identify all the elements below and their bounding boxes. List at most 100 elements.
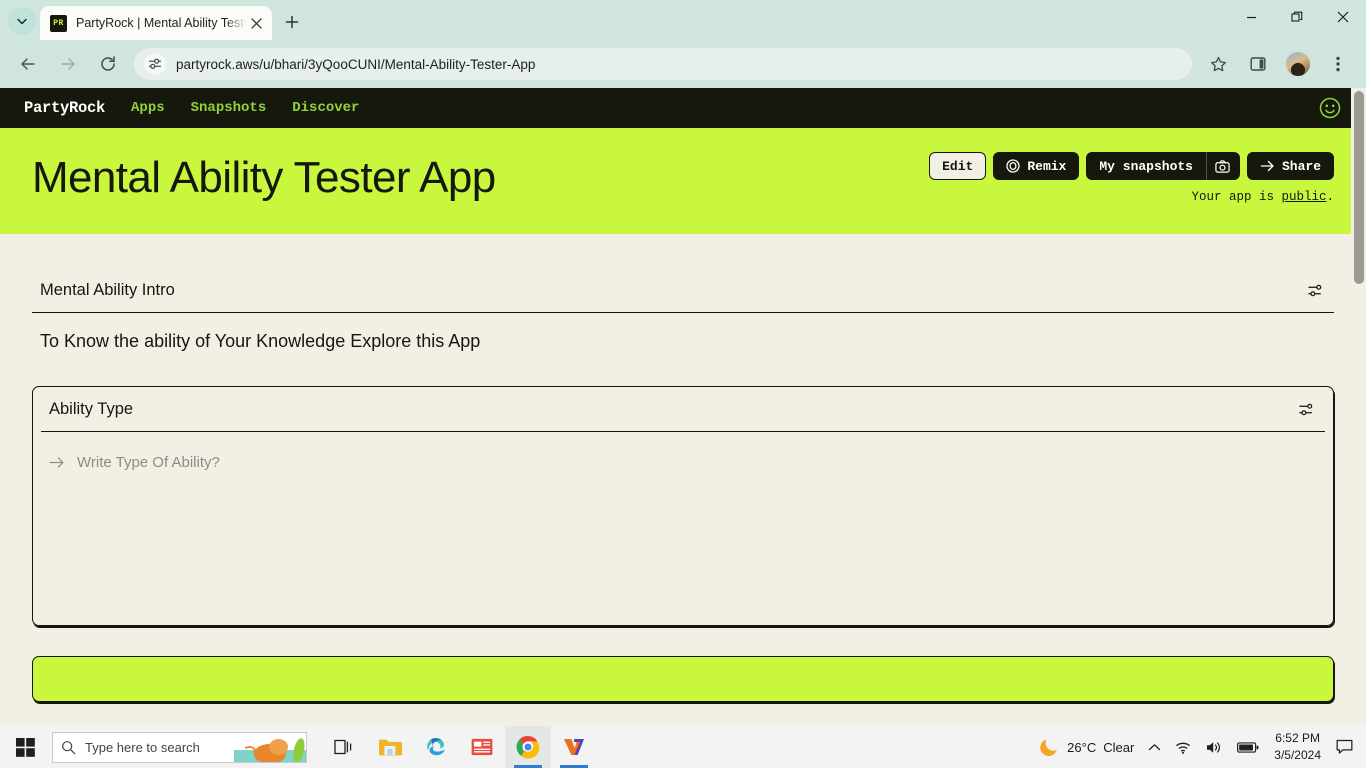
search-placeholder: Type here to search [85,739,200,755]
share-button-label: Share [1281,158,1321,174]
clock-date: 3/5/2024 [1274,748,1321,762]
clock-time: 6:52 PM [1275,731,1320,746]
back-button[interactable] [12,48,44,80]
maximize-button[interactable] [1274,0,1320,34]
battery-button[interactable] [1230,726,1266,768]
side-panel-button[interactable] [1242,48,1274,80]
widget-next-partial[interactable] [32,656,1334,702]
app-action-buttons: Edit Remix My snapshots Share [929,152,1334,180]
address-bar[interactable]: partyrock.aws/u/bhari/3yQooCUNI/Mental-A… [134,48,1192,80]
site-settings-icon[interactable] [144,53,166,75]
windows-taskbar: Type here to search 26°C Clear 6:52 PM 3… [0,726,1366,768]
weather-widget[interactable]: 26°C Clear [1031,726,1141,768]
widget-spacer [49,475,1317,625]
sliders-icon[interactable] [1298,400,1317,419]
file-explorer-button[interactable] [367,726,413,768]
google-chrome-button[interactable] [505,726,551,768]
volume-button[interactable] [1199,726,1230,768]
arrow-right-icon [49,457,64,468]
widget-title: Mental Ability Intro [40,281,175,299]
profile-button[interactable] [1282,48,1314,80]
edit-button[interactable]: Edit [929,152,987,180]
avatar [1286,52,1310,76]
widget-body: To Know the ability of Your Knowledge Ex… [32,313,1334,352]
visibility-link[interactable]: public [1281,190,1326,204]
share-button[interactable]: Share [1246,152,1334,180]
snapshots-button-group: My snapshots [1086,152,1240,180]
window-close-icon [1337,11,1349,23]
task-view-button[interactable] [321,726,367,768]
tray-overflow-button[interactable] [1141,726,1168,768]
search-icon [62,740,76,754]
widget-body: Write Type Of Ability? [41,432,1325,625]
partyrock-logo[interactable]: PartyRock [24,99,105,117]
close-button[interactable] [1320,0,1366,34]
app-visibility-note: Your app is public. [1191,190,1334,204]
side-panel-icon [1250,57,1266,71]
taskbar-apps [321,726,597,768]
plus-icon [285,15,299,29]
minimize-button[interactable] [1228,0,1274,34]
remix-button[interactable]: Remix [993,152,1080,180]
chevron-down-icon [17,18,27,25]
close-icon[interactable] [246,13,266,33]
sliders-icon[interactable] [1307,281,1326,300]
widget-area: Mental Ability Intro To Know the ability… [0,268,1366,702]
tab-strip: PR PartyRock | Mental Ability Teste [0,0,1366,40]
nav-link-discover[interactable]: Discover [292,100,359,116]
page-viewport: PartyRock Apps Snapshots Discover Mental… [0,88,1366,726]
reload-button[interactable] [92,48,124,80]
tab-search-button[interactable] [8,7,36,35]
v7-icon [564,739,584,755]
search-input[interactable]: Type here to search [52,731,307,763]
v7-app-button[interactable] [551,726,597,768]
nav-link-snapshots[interactable]: Snapshots [191,100,267,116]
tab-title: PartyRock | Mental Ability Teste [76,16,246,30]
network-button[interactable] [1168,726,1199,768]
take-snapshot-button[interactable] [1205,152,1240,180]
speaker-icon [1207,741,1221,753]
remix-circle-icon [1006,159,1020,173]
news-widget-button[interactable] [459,726,505,768]
page-scrollbar[interactable] [1351,88,1366,726]
weather-condition: Clear [1103,739,1135,755]
camera-icon [1215,159,1231,173]
ability-type-input[interactable]: Write Type Of Ability? [49,450,1317,475]
forward-button[interactable] [52,48,84,80]
widget-output-text: To Know the ability of Your Knowledge Ex… [40,331,481,351]
chrome-menu-button[interactable] [1322,48,1354,80]
maximize-icon [1291,11,1303,22]
weather-temperature: 26°C [1067,739,1097,755]
widget-header: Ability Type [41,387,1325,432]
visibility-suffix: . [1326,190,1334,204]
chrome-browser-window: PR PartyRock | Mental Ability Teste part… [0,0,1366,726]
folder-icon [379,739,402,756]
ability-type-placeholder: Write Type Of Ability? [77,454,220,471]
partyrock-navbar: PartyRock Apps Snapshots Discover [0,88,1366,128]
reload-icon [101,56,115,71]
start-button[interactable] [2,726,48,768]
smiley-face-icon[interactable] [1318,96,1342,120]
back-arrow-icon [21,58,35,70]
chrome-icon [516,735,540,759]
microsoft-edge-button[interactable] [413,726,459,768]
my-snapshots-button[interactable]: My snapshots [1086,152,1206,180]
system-tray: 26°C Clear 6:52 PM 3/5/2024 [1031,726,1364,768]
new-tab-button[interactable] [278,8,306,36]
notification-center-button[interactable] [1329,726,1360,768]
browser-toolbar: partyrock.aws/u/bhari/3yQooCUNI/Mental-A… [0,40,1366,88]
widget-header: Mental Ability Intro [32,268,1334,313]
window-controls [1228,0,1366,34]
task-view-icon [334,739,352,755]
moon-icon [1040,739,1057,756]
bookmark-button[interactable] [1202,48,1234,80]
browser-tab[interactable]: PR PartyRock | Mental Ability Teste [40,6,272,40]
widget-ability-type: Ability Type Write Type Of Ability? [32,386,1334,626]
tiger-decoration-icon [234,732,306,762]
notification-icon [1336,739,1353,754]
taskbar-clock[interactable]: 6:52 PM 3/5/2024 [1266,730,1329,764]
nav-link-apps[interactable]: Apps [131,100,165,116]
my-snapshots-label: My snapshots [1099,158,1193,174]
scrollbar-thumb[interactable] [1354,91,1364,284]
minimize-icon [1246,16,1256,18]
